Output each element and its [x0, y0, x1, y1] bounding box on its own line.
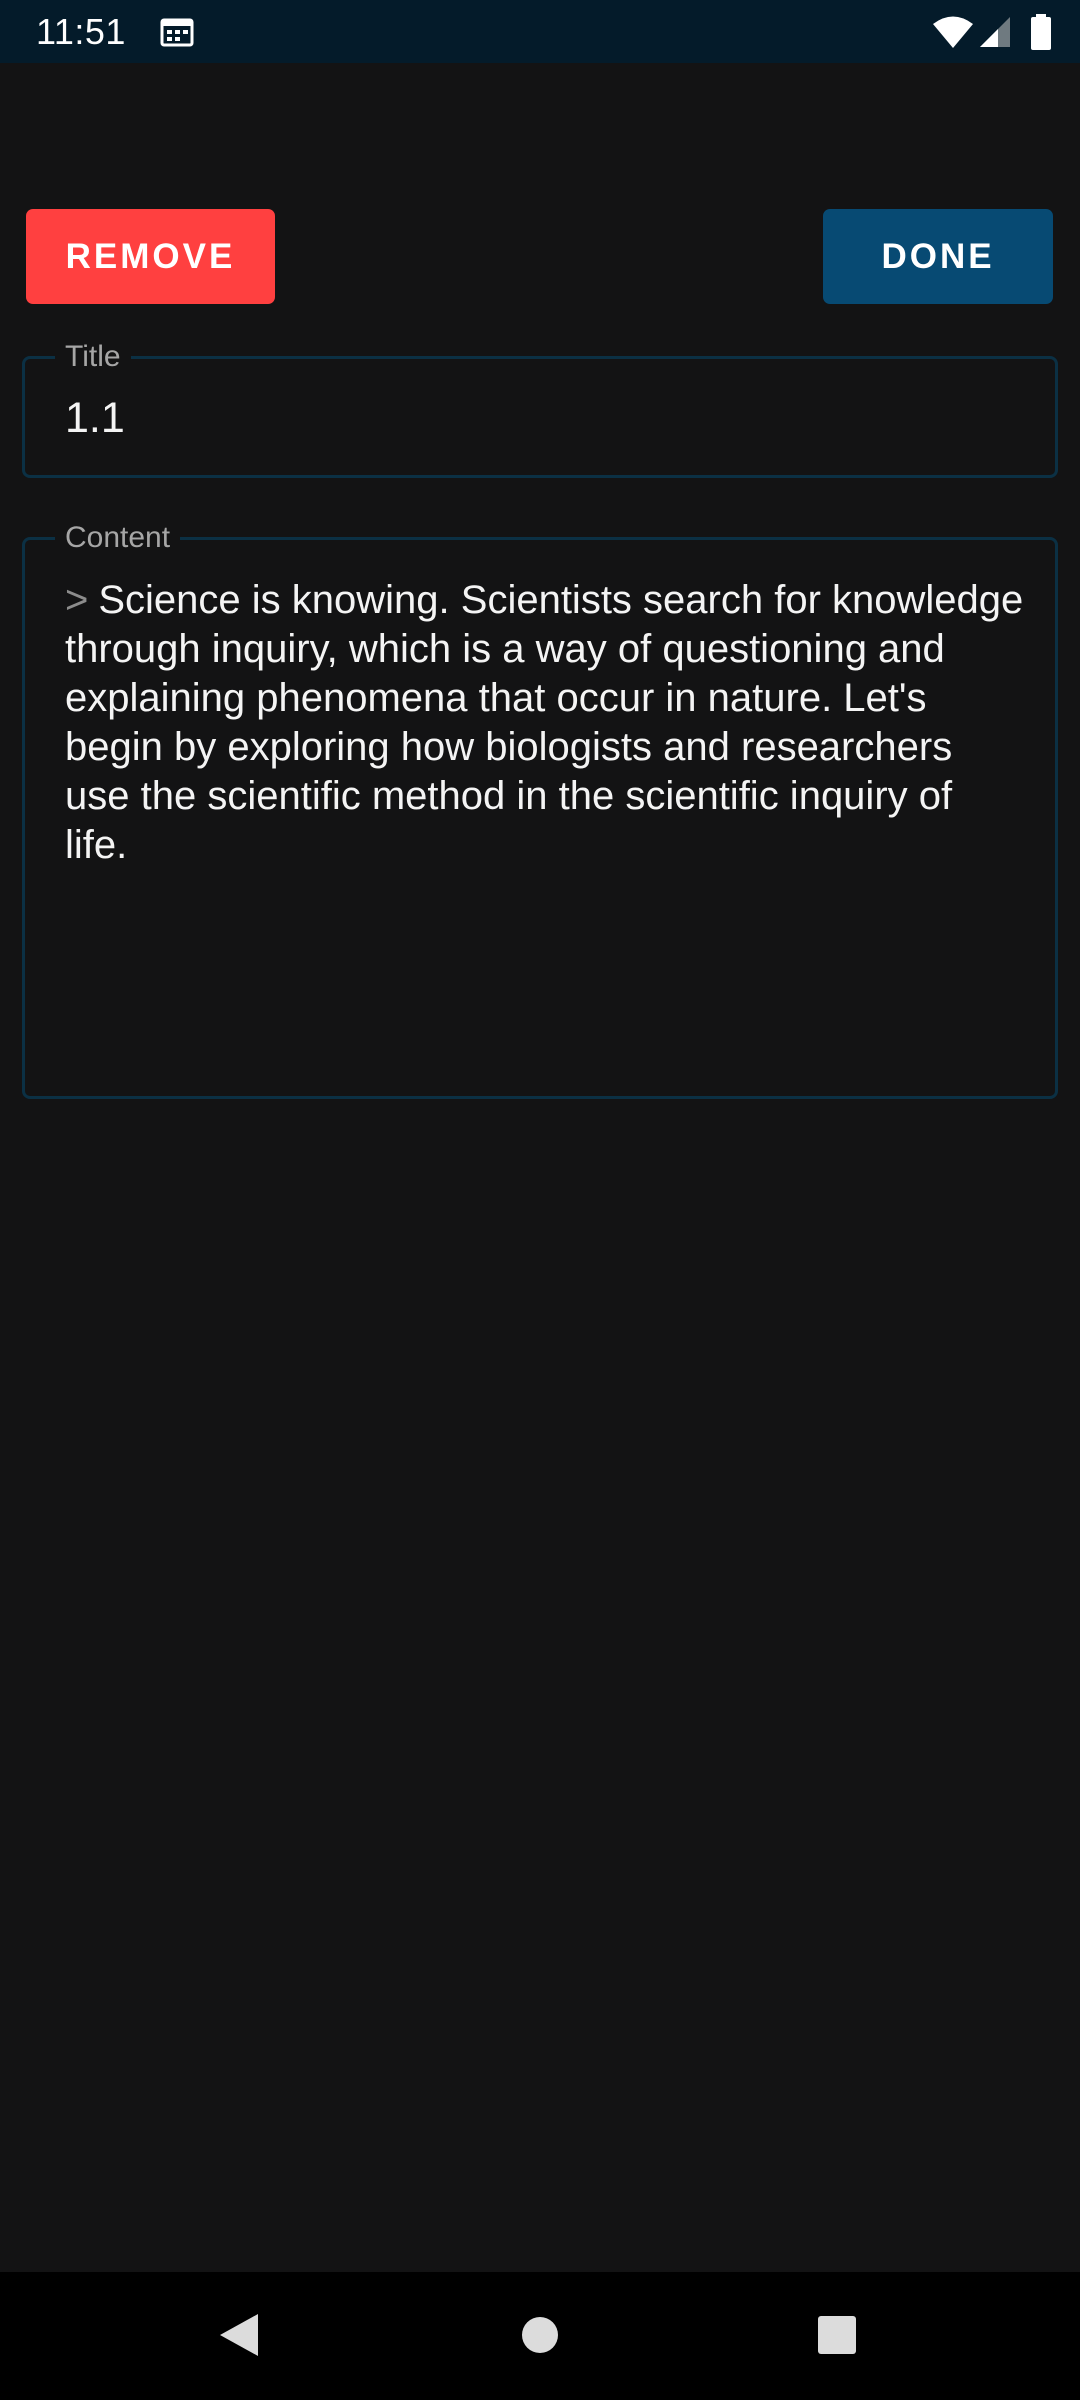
- title-field-label: Title: [55, 337, 131, 377]
- title-field[interactable]: Title 1.1: [22, 337, 1058, 478]
- wifi-icon: [933, 16, 973, 48]
- recents-icon[interactable]: [817, 2315, 857, 2355]
- content-textarea[interactable]: > Science is knowing. Scientists search f…: [65, 576, 1025, 870]
- title-input-value[interactable]: 1.1: [65, 393, 125, 443]
- remove-button[interactable]: REMOVE: [26, 209, 275, 304]
- calendar-icon: [160, 18, 194, 47]
- signal-icon: [980, 17, 1010, 47]
- content-text-value: Science is knowing. Scientists search fo…: [65, 578, 1024, 867]
- navigation-bar: [0, 2272, 1080, 2400]
- back-icon[interactable]: [218, 2312, 260, 2358]
- battery-icon: [1031, 14, 1051, 50]
- status-time: 11:51: [36, 11, 126, 52]
- done-button[interactable]: DONE: [823, 209, 1053, 304]
- status-bar: 11:51: [0, 0, 1080, 63]
- home-icon[interactable]: [520, 2315, 560, 2355]
- content-field[interactable]: Content > Science is knowing. Scientists …: [22, 518, 1058, 1099]
- status-icons: [932, 12, 1052, 52]
- content-field-label: Content: [55, 518, 181, 558]
- quote-marker: >: [65, 578, 89, 622]
